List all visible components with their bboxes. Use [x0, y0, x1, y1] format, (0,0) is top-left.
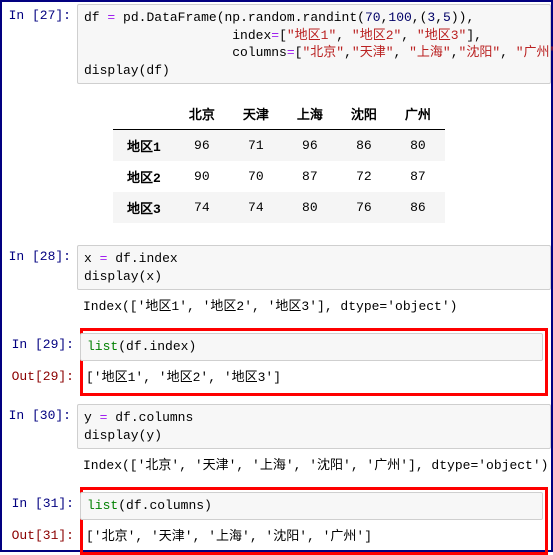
- table-row: 地区19671968680: [113, 130, 445, 162]
- table-row: 地区29070877287: [113, 161, 445, 192]
- stream-output: Index(['地区1', '地区2', '地区3'], dtype='obje…: [77, 294, 463, 320]
- in-prompt: In [31]:: [5, 492, 80, 520]
- in-prompt: In [28]:: [2, 245, 77, 290]
- code-input[interactable]: x = df.index display(x): [77, 245, 551, 290]
- table-row: 地区37474807686: [113, 192, 445, 223]
- stream-output: Index(['北京', '天津', '上海', '沈阳', '广州'], dt…: [77, 453, 553, 479]
- cell-29-highlighted: In [29]: list(df.index) Out[29]: ['地区1',…: [80, 328, 548, 396]
- in-prompt: In [29]:: [5, 333, 80, 361]
- dataframe-output: 北京 天津 上海 沈阳 广州 地区19671968680 地区290708772…: [77, 88, 551, 235]
- empty-prompt: [2, 88, 77, 235]
- cell-27: In [27]: df = pd.DataFrame(np.random.ran…: [2, 2, 551, 237]
- dataframe-table: 北京 天津 上海 沈阳 广州 地区19671968680 地区290708772…: [113, 98, 445, 223]
- out-prompt: Out[31]:: [5, 524, 80, 550]
- in-prompt: In [27]:: [2, 4, 77, 84]
- code-input[interactable]: df = pd.DataFrame(np.random.randint(70,1…: [77, 4, 551, 84]
- cell-30: In [30]: y = df.columns display(y) Index…: [2, 402, 551, 481]
- result-output: ['北京', '天津', '上海', '沈阳', '广州']: [80, 524, 378, 550]
- in-prompt: In [30]:: [2, 404, 77, 449]
- code-input[interactable]: y = df.columns display(y): [77, 404, 551, 449]
- cell-28: In [28]: x = df.index display(x) Index([…: [2, 243, 551, 322]
- code-input[interactable]: list(df.index): [80, 333, 543, 361]
- empty-prompt: [2, 453, 77, 479]
- out-prompt: Out[29]:: [5, 365, 80, 391]
- cell-31-highlighted: In [31]: list(df.columns) Out[31]: ['北京'…: [80, 487, 548, 555]
- result-output: ['地区1', '地区2', '地区3']: [80, 365, 287, 391]
- code-input[interactable]: list(df.columns): [80, 492, 543, 520]
- empty-prompt: [2, 294, 77, 320]
